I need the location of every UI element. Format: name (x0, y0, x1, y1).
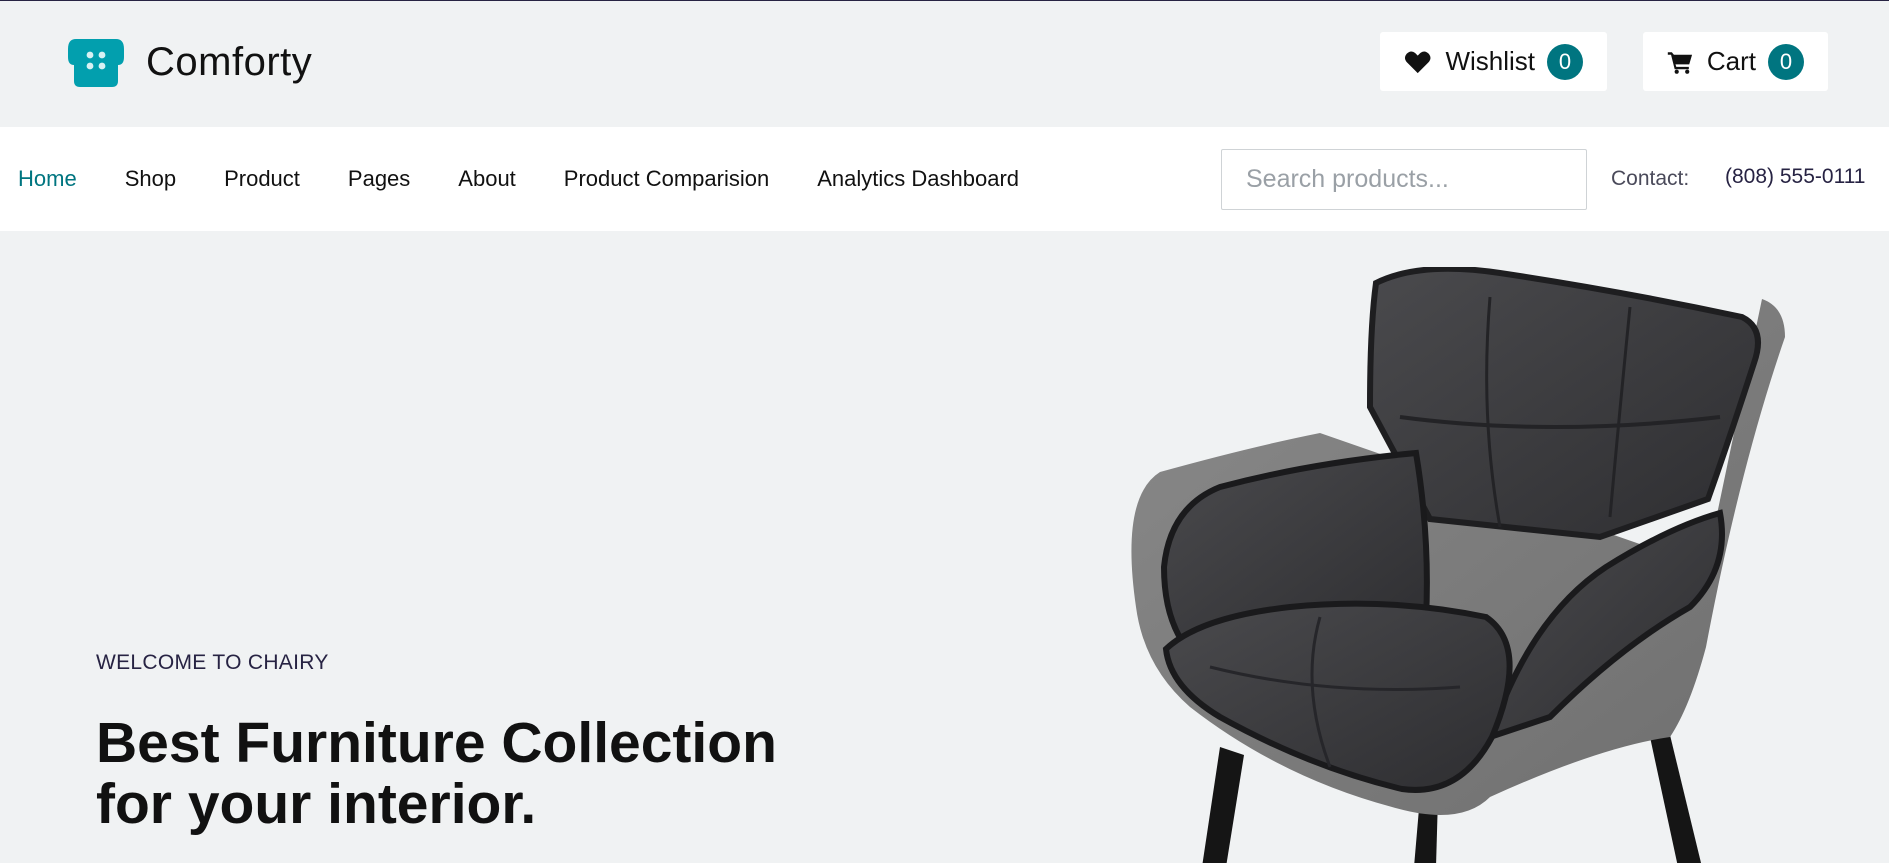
hero-title: Best Furniture Collection for your inter… (96, 711, 777, 836)
contact-phone-link[interactable]: (808) 555-0111 (1725, 165, 1866, 189)
hero-eyebrow: WELCOME TO CHAIRY (96, 651, 329, 674)
logo-icon (68, 39, 124, 87)
wishlist-count-badge: 0 (1547, 43, 1583, 80)
nav-item-pages[interactable]: Pages (348, 166, 410, 192)
contact-label: Contact: (1611, 167, 1690, 190)
hero-section: WELCOME TO CHAIRY Best Furniture Collect… (0, 231, 1889, 863)
nav-item-analytics-dashboard[interactable]: Analytics Dashboard (817, 166, 1019, 192)
search-input[interactable] (1221, 149, 1587, 210)
cart-icon (1667, 51, 1693, 74)
nav-item-home[interactable]: Home (18, 166, 77, 192)
cart-button[interactable]: Cart 0 (1643, 32, 1828, 91)
brand-name: Comforty (146, 39, 313, 84)
cart-count-badge: 0 (1768, 43, 1804, 80)
nav-item-product-comparison[interactable]: Product Comparision (564, 166, 769, 192)
nav-item-about[interactable]: About (458, 166, 516, 192)
cart-label: Cart (1706, 46, 1756, 76)
nav-item-product[interactable]: Product (224, 166, 300, 192)
armchair-image (1131, 267, 1785, 863)
top-header: Comforty Wishlist 0 Cart 0 (0, 1, 1889, 127)
brand-link[interactable]: Comforty (66, 35, 312, 89)
wishlist-button[interactable]: Wishlist 0 (1380, 32, 1607, 91)
wishlist-label: Wishlist (1445, 46, 1535, 76)
nav-item-shop[interactable]: Shop (125, 166, 176, 192)
nav-links: Home Shop Product Pages About Product Co… (18, 127, 1067, 231)
heart-icon (1404, 50, 1431, 73)
main-navigation: Home Shop Product Pages About Product Co… (0, 127, 1889, 231)
